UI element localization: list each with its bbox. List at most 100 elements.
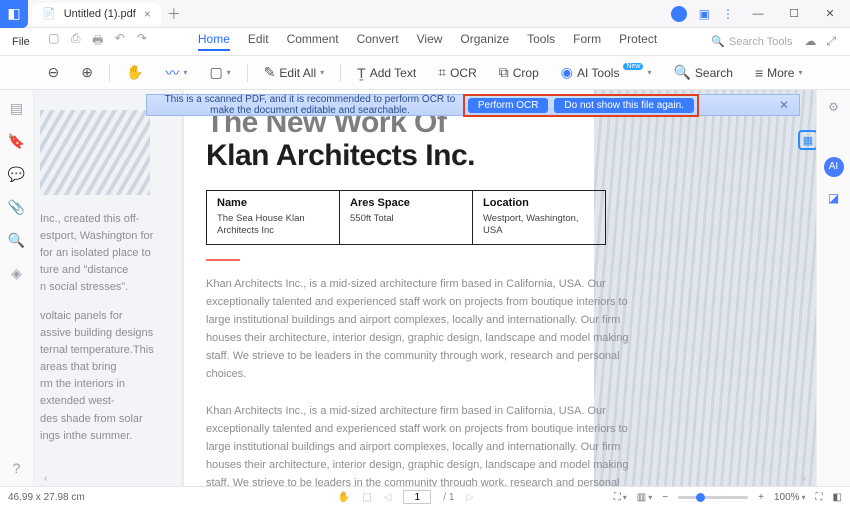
document-page: ▦ The New Work Of Klan Architects Inc. N… <box>184 90 816 486</box>
tab-tools[interactable]: Tools <box>527 32 555 51</box>
app-icon[interactable]: ◧ <box>0 0 28 28</box>
tab-edit[interactable]: Edit <box>248 32 269 51</box>
zoom-value[interactable]: 100%▾ <box>774 492 806 503</box>
open-icon[interactable]: ▢ <box>46 31 62 52</box>
ai-assistant-icon[interactable]: AI <box>824 157 844 177</box>
tab-comment[interactable]: Comment <box>287 32 339 51</box>
col-loc-hdr: Location <box>483 197 595 209</box>
reading-mode-icon[interactable]: ◧ <box>833 492 842 503</box>
comments-icon[interactable]: 💬 <box>8 166 25 183</box>
hand-mode-icon[interactable]: ✋ <box>338 492 350 503</box>
col-name-hdr: Name <box>217 197 329 209</box>
headline-main: Klan Architects Inc. <box>206 139 475 172</box>
crop-button[interactable]: ⧉Crop <box>493 61 545 84</box>
zoom-out-button[interactable]: ⊖ <box>42 61 66 84</box>
scroll-left-icon[interactable]: ‹ <box>44 473 47 484</box>
expand-icon[interactable]: ⤢ <box>826 34 836 49</box>
search-icon: 🔍 <box>711 35 725 48</box>
fragment-para-1: Inc., created this off- estport, Washing… <box>40 211 166 296</box>
user-avatar[interactable] <box>671 6 687 22</box>
zoom-out-icon[interactable]: − <box>662 492 668 503</box>
save-icon[interactable]: ⎙ <box>68 31 84 52</box>
page-total: / 1 <box>443 492 454 503</box>
thumbnails-icon[interactable]: ▤ <box>10 100 23 117</box>
col-area-hdr: Ares Space <box>350 197 462 209</box>
close-window-button[interactable]: ✕ <box>818 7 842 20</box>
titlebar: ◧ 📄 Untitled (1).pdf × ＋ ▣ ⋮ — ☐ ✕ <box>0 0 850 28</box>
statusbar: 46.99 x 27.98 cm ✋ ⬚ ◁ / 1 ▷ ⛶▾ ▥▾ − + 1… <box>0 486 850 507</box>
gift-icon[interactable]: ▣ <box>699 7 710 21</box>
layers-icon[interactable]: ◈ <box>11 265 22 282</box>
file-menu[interactable]: File <box>6 32 36 52</box>
col-loc-val: Westport, Washington, USA <box>483 213 595 238</box>
next-page-icon[interactable]: ▷ <box>466 492 474 503</box>
banner-close-icon[interactable]: ✕ <box>779 98 789 112</box>
right-rail: ⚙ AI ◪ <box>816 90 850 486</box>
tab-protect[interactable]: Protect <box>619 32 657 51</box>
edit-all-button[interactable]: ✎Edit All▾ <box>258 61 330 84</box>
scroll-right-icon[interactable]: › <box>803 473 806 484</box>
building-image <box>40 110 150 195</box>
select-mode-icon[interactable]: ⬚ <box>362 492 371 503</box>
menubar: File ▢ ⎙ 🖶 ↶ ↷ Home Edit Comment Convert… <box>0 28 850 56</box>
fit-width-button[interactable]: ⛶▾ <box>614 492 627 503</box>
prev-page-fragment: Inc., created this off- estport, Washing… <box>34 90 176 457</box>
toolbar: ⊖ ⊕ ✋ 〰▾ ▢▾ ✎Edit All▾ ṮAdd Text ⌗OCR ⧉C… <box>0 56 850 90</box>
menu-tabs: Home Edit Comment Convert View Organize … <box>198 32 657 51</box>
minimize-button[interactable]: — <box>746 8 770 20</box>
hand-tool[interactable]: ✋ <box>120 61 149 84</box>
tab-form[interactable]: Form <box>573 32 601 51</box>
print-icon[interactable]: 🖶 <box>90 31 106 52</box>
body-para-2: Khan Architects Inc., is a mid-sized arc… <box>206 402 636 486</box>
page-action-icon[interactable]: ▦ <box>798 130 816 150</box>
kebab-menu-icon[interactable]: ⋮ <box>722 7 734 21</box>
dont-show-again-button[interactable]: Do not show this file again. <box>554 98 694 113</box>
bookmarks-icon[interactable]: 🔖 <box>8 133 25 150</box>
ai-tools-button[interactable]: ◉AI ToolsNew▾ <box>555 61 658 84</box>
tab-organize[interactable]: Organize <box>460 32 509 51</box>
search-tools[interactable]: 🔍 Search Tools <box>711 35 792 48</box>
undo-icon[interactable]: ↶ <box>112 31 128 52</box>
ocr-button[interactable]: ⌗OCR <box>432 61 483 84</box>
left-rail: ▤ 🔖 💬 📎 🔍 ◈ ? <box>0 90 34 486</box>
page-dimensions: 46.99 x 27.98 cm <box>8 492 198 503</box>
body-para-1: Khan Architects Inc., is a mid-sized arc… <box>206 275 636 384</box>
page-number-input[interactable] <box>403 490 431 504</box>
highlight-tool[interactable]: 〰▾ <box>159 60 193 86</box>
shape-tool[interactable]: ▢▾ <box>203 61 236 84</box>
redo-icon[interactable]: ↷ <box>134 31 150 52</box>
zoom-in-button[interactable]: ⊕ <box>75 61 99 84</box>
fullscreen-icon[interactable]: ⛶ <box>816 492 823 503</box>
help-icon[interactable]: ? <box>13 460 21 476</box>
col-area-val: 550ft Total <box>350 213 462 225</box>
tab-title: Untitled (1).pdf <box>64 8 136 20</box>
tab-convert[interactable]: Convert <box>357 32 399 51</box>
cloud-icon[interactable]: ☁ <box>804 34 816 49</box>
more-button[interactable]: ≡More▾ <box>749 62 809 84</box>
new-tab-button[interactable]: ＋ <box>167 4 181 24</box>
pdf-icon: 📄 <box>42 7 56 20</box>
canvas: This is a scanned PDF, and it is recomme… <box>34 90 816 486</box>
search-placeholder: Search Tools <box>729 36 792 48</box>
fragment-para-2: voltaic panels for assive building desig… <box>40 308 166 444</box>
view-mode-button[interactable]: ▥▾ <box>637 492 652 503</box>
search-button[interactable]: 🔍Search <box>667 61 738 84</box>
ocr-message: This is a scanned PDF, and it is recomme… <box>157 94 463 116</box>
info-table: Name The Sea House Klan Architects Inc A… <box>206 190 606 245</box>
prev-page-icon[interactable]: ◁ <box>384 492 392 503</box>
accent-rule <box>206 259 240 261</box>
tab-view[interactable]: View <box>417 32 443 51</box>
search-panel-icon[interactable]: 🔍 <box>8 232 25 249</box>
settings-icon[interactable]: ⚙ <box>828 100 839 114</box>
document-tab[interactable]: 📄 Untitled (1).pdf × <box>32 3 161 25</box>
zoom-slider[interactable] <box>678 496 748 499</box>
ai-side-icon[interactable]: ◪ <box>828 191 839 205</box>
col-name-val: The Sea House Klan Architects Inc <box>217 213 329 238</box>
attachments-icon[interactable]: 📎 <box>8 199 25 216</box>
maximize-button[interactable]: ☐ <box>782 7 806 20</box>
close-tab-icon[interactable]: × <box>144 7 151 21</box>
add-text-button[interactable]: ṮAdd Text <box>351 62 422 84</box>
perform-ocr-button[interactable]: Perform OCR <box>468 98 549 113</box>
tab-home[interactable]: Home <box>198 32 230 51</box>
zoom-in-icon[interactable]: + <box>758 492 764 503</box>
